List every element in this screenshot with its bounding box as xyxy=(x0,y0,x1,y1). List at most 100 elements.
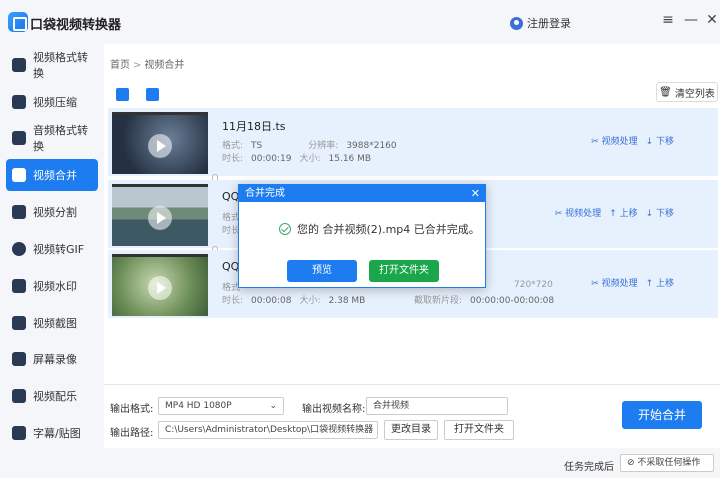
sidebar-item-label: 音频格式转换 xyxy=(33,124,88,153)
music-icon xyxy=(12,389,26,403)
row-actions: ✂ 视频处理 ↑ 上移 xyxy=(591,276,674,289)
footer: 任务完成后 ⊘ 不采取任何操作 xyxy=(104,448,720,478)
video-process-button[interactable]: ✂ 视频处理 xyxy=(555,206,601,219)
row-actions: ✂ 视频处理 ↓ 下移 xyxy=(591,134,674,147)
merge-complete-dialog: 合并完成 ✕ 您的 合并视频(2).mp4 已合并完成。 预览 打开文件夹 xyxy=(238,184,486,288)
output-settings: 输出格式: MP4 HD 1080P ⌄ 输出视频名称: 合并视频 输出路径: C… xyxy=(104,384,720,440)
duration-value: 00:00:08 xyxy=(251,296,292,306)
output-path-field[interactable]: C:\Users\Administrator\Desktop\口袋视频转换器 xyxy=(158,421,378,439)
split-icon xyxy=(12,205,26,219)
sidebar-item-format-convert[interactable]: 视频格式转换 xyxy=(6,49,98,81)
action-label: 视频处理 xyxy=(565,209,602,219)
cut-label: 截取新片段: xyxy=(414,296,463,306)
dialog-open-folder-button[interactable]: 打开文件夹 xyxy=(369,260,439,282)
file-meta: 时长: 00:00:19 大小: 15.16 MB xyxy=(222,151,371,164)
breadcrumb: 首页 > 视频合并 xyxy=(110,56,184,71)
play-icon[interactable] xyxy=(148,134,172,158)
size-value: 2.38 MB xyxy=(328,296,366,306)
sidebar-item-label: 视频转GIF xyxy=(33,243,85,256)
move-down-button[interactable]: ↓ 下移 xyxy=(646,134,674,147)
sidebar-item-label: 视频分割 xyxy=(33,206,77,219)
record-icon xyxy=(12,352,26,366)
breadcrumb-sep: > xyxy=(133,60,142,71)
subtitle-icon xyxy=(12,426,26,440)
preview-button[interactable]: 预览 xyxy=(287,260,357,282)
output-name-field[interactable]: 合并视频 xyxy=(366,397,508,415)
duration-value: 00:00:19 xyxy=(251,154,292,164)
video-thumbnail xyxy=(112,184,208,246)
sidebar-item-label: 视频格式转换 xyxy=(33,51,88,80)
video-convert-icon xyxy=(12,58,26,72)
move-up-button[interactable]: ↑ 上移 xyxy=(646,276,674,289)
login-button[interactable]: 注册登录 xyxy=(510,15,571,31)
title-bar: 口袋视频转换器 注册登录 ≡ — ✕ xyxy=(0,0,720,44)
move-down-button[interactable]: ↓ 下移 xyxy=(646,206,674,219)
block-icon: ⊘ xyxy=(627,458,638,468)
dialog-close-icon[interactable]: ✕ xyxy=(471,185,480,202)
add-file-icon[interactable] xyxy=(116,88,129,101)
video-thumbnail xyxy=(112,254,208,316)
list-item[interactable]: 11月18日.ts 格式: TS 分辨率: 3988*2160 时长: 00:00:19… xyxy=(108,108,718,176)
gif-icon xyxy=(12,242,26,256)
open-folder-button[interactable]: 打开文件夹 xyxy=(444,420,514,440)
video-thumbnail xyxy=(112,112,208,174)
video-process-button[interactable]: ✂ 视频处理 xyxy=(591,276,637,289)
after-task-value: 不采取任何操作 xyxy=(637,458,701,468)
sidebar-item-label: 视频合并 xyxy=(33,169,77,182)
duration-label: 时长: xyxy=(222,296,244,306)
sidebar-item-record[interactable]: 屏幕录像 xyxy=(6,343,98,375)
size-label: 大小: xyxy=(299,296,321,306)
after-task-label: 任务完成后 xyxy=(564,462,614,473)
sidebar-item-split[interactable]: 视频分割 xyxy=(6,196,98,228)
after-task-select[interactable]: ⊘ 不采取任何操作 xyxy=(620,454,714,472)
cut-segment: 截取新片段: 00:00:00-00:00:08 xyxy=(414,293,554,306)
main-panel: 首页 > 视频合并 🗑 清空列表 11月18日.ts 格式: TS 分辨率: 3988*2… xyxy=(104,44,720,478)
sidebar-item-merge[interactable]: 视频合并 xyxy=(6,159,98,191)
sidebar-item-watermark[interactable]: 视频水印 xyxy=(6,270,98,302)
play-icon[interactable] xyxy=(148,206,172,230)
sidebar-item-subtitle[interactable]: 字幕/贴图 xyxy=(6,417,98,449)
chevron-down-icon: ⌄ xyxy=(269,401,277,411)
resolution-value: 3988*2160 xyxy=(346,141,397,151)
close-icon[interactable]: ✕ xyxy=(704,12,720,28)
breadcrumb-current: 视频合并 xyxy=(144,60,185,71)
minimize-icon[interactable]: — xyxy=(683,12,699,28)
compress-icon xyxy=(12,95,26,109)
duration-label: 时长: xyxy=(222,154,244,164)
output-path-label: 输出路径: xyxy=(110,428,154,439)
start-merge-button[interactable]: 开始合并 xyxy=(622,401,702,429)
clear-list-label: 清空列表 xyxy=(674,88,715,100)
resolution-label: 分辨率: xyxy=(308,141,339,151)
change-dir-button[interactable]: 更改目录 xyxy=(384,420,438,440)
sidebar-item-label: 屏幕录像 xyxy=(33,353,77,366)
sidebar-item-label: 视频截图 xyxy=(33,317,77,330)
clear-list-button[interactable]: 🗑 清空列表 xyxy=(656,82,718,102)
menu-icon[interactable]: ≡ xyxy=(660,12,676,28)
file-name: 11月18日.ts xyxy=(222,120,286,133)
video-process-button[interactable]: ✂ 视频处理 xyxy=(591,134,637,147)
sidebar-item-audio-convert[interactable]: 音频格式转换 xyxy=(6,122,98,154)
size-value: 15.16 MB xyxy=(328,154,372,164)
size-label: 大小: xyxy=(299,154,321,164)
cut-value: 00:00:00-00:00:08 xyxy=(470,296,555,306)
sidebar-item-compress[interactable]: 视频压缩 xyxy=(6,86,98,118)
dialog-title: 合并完成 xyxy=(245,188,285,199)
dialog-header: 合并完成 ✕ xyxy=(239,185,485,202)
sidebar-item-music[interactable]: 视频配乐 xyxy=(6,380,98,412)
dialog-message-text: 您的 合并视频(2).mp4 已合并完成。 xyxy=(297,223,480,236)
output-format-label: 输出格式: xyxy=(110,404,154,415)
sidebar-item-gif[interactable]: 视频转GIF xyxy=(6,233,98,265)
sidebar-item-label: 字幕/贴图 xyxy=(33,427,81,440)
move-up-button[interactable]: ↑ 上移 xyxy=(609,206,637,219)
action-label: 视频处理 xyxy=(601,137,638,147)
file-name: QQ xyxy=(222,260,240,273)
breadcrumb-home[interactable]: 首页 xyxy=(110,60,130,71)
output-name-label: 输出视频名称: xyxy=(302,404,366,415)
add-folder-icon[interactable] xyxy=(146,88,159,101)
merge-icon xyxy=(12,168,26,182)
play-icon[interactable] xyxy=(148,276,172,300)
output-format-select[interactable]: MP4 HD 1080P ⌄ xyxy=(158,397,284,415)
format-value: TS xyxy=(251,141,263,151)
sidebar-item-label: 视频压缩 xyxy=(33,96,77,109)
sidebar-item-screenshot[interactable]: 视频截图 xyxy=(6,307,98,339)
